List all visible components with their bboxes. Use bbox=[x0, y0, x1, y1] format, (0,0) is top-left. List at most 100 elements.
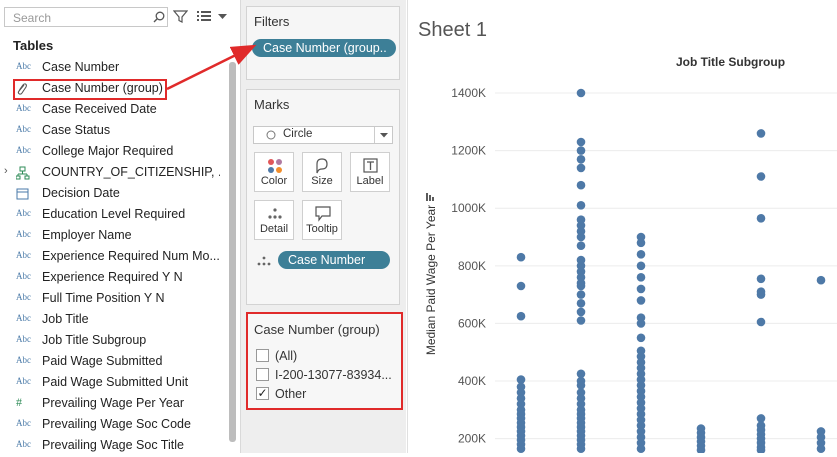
size-button[interactable]: Size bbox=[302, 152, 342, 192]
field-name: Experience Required Y N bbox=[42, 270, 183, 284]
string-type-icon: Abc bbox=[16, 292, 31, 302]
label-label: Label bbox=[356, 175, 384, 187]
mark-type-dropdown[interactable]: Circle bbox=[253, 126, 393, 144]
field-name: Case Number bbox=[42, 60, 120, 74]
string-type-icon: Abc bbox=[16, 334, 31, 344]
y-tick-label: 1000K bbox=[451, 201, 486, 215]
field-item[interactable]: Abc Job Title bbox=[0, 310, 225, 331]
data-point[interactable] bbox=[516, 311, 526, 321]
data-point[interactable] bbox=[756, 290, 766, 299]
field-name: Education Level Required bbox=[42, 207, 186, 221]
chevron-right-icon[interactable]: › bbox=[4, 165, 8, 177]
data-point[interactable] bbox=[576, 146, 586, 155]
field-item[interactable]: Abc Employer Name bbox=[0, 226, 225, 247]
data-point[interactable] bbox=[516, 281, 526, 291]
field-item[interactable]: Abc Paid Wage Submitted Unit bbox=[0, 373, 225, 394]
y-tick-label: 1200K bbox=[451, 144, 486, 158]
detail-icon bbox=[257, 256, 271, 266]
data-point[interactable] bbox=[756, 172, 766, 181]
data-point[interactable] bbox=[576, 88, 586, 98]
detail-button[interactable]: Detail bbox=[254, 200, 294, 240]
string-type-icon: Abc bbox=[16, 439, 31, 449]
field-item[interactable]: Abc Case Status bbox=[0, 121, 225, 142]
field-name: Experience Required Num Mo... bbox=[42, 249, 220, 263]
field-item[interactable]: Abc Job Title Subgroup bbox=[0, 331, 225, 352]
filter-option-label: Other bbox=[275, 387, 307, 401]
string-type-icon: Abc bbox=[16, 61, 31, 71]
string-type-icon: Abc bbox=[16, 271, 31, 281]
detail-pill-case-number[interactable]: Case Number bbox=[278, 251, 390, 269]
dropdown-arrow-icon[interactable] bbox=[218, 14, 227, 20]
data-point[interactable] bbox=[576, 180, 586, 190]
data-point[interactable] bbox=[756, 274, 766, 284]
checkbox[interactable] bbox=[256, 368, 269, 381]
data-point[interactable] bbox=[576, 307, 586, 317]
field-item[interactable]: Abc Paid Wage Submitted bbox=[0, 352, 225, 373]
label-button[interactable]: Label bbox=[350, 152, 390, 192]
data-point[interactable] bbox=[816, 275, 826, 285]
dropdown-divider bbox=[374, 127, 375, 143]
data-point[interactable] bbox=[576, 241, 586, 250]
filter-icon[interactable] bbox=[173, 9, 188, 24]
field-item[interactable]: Abc Prevailing Wage Soc Code bbox=[0, 415, 225, 436]
data-point[interactable] bbox=[636, 319, 646, 328]
scatter-plot[interactable]: 200K 400K 600K 800K 1000K 1200K 1400K Median Pa… bbox=[408, 0, 837, 453]
field-item[interactable]: Abc Experience Required Y N bbox=[0, 268, 225, 289]
field-name: Prevailing Wage Per Year bbox=[42, 396, 184, 410]
field-item[interactable]: Abc Experience Required Num Mo... bbox=[0, 247, 225, 268]
tooltip-label: Tooltip bbox=[306, 223, 338, 235]
y-tick-label: 200K bbox=[458, 432, 486, 446]
y-axis-label: Median Paid Wage Per Year bbox=[424, 205, 438, 355]
tooltip-button[interactable]: Tooltip bbox=[302, 200, 342, 240]
data-point[interactable] bbox=[576, 232, 586, 242]
color-button[interactable]: Color bbox=[254, 152, 294, 192]
field-name: Paid Wage Submitted Unit bbox=[42, 375, 189, 389]
data-point[interactable] bbox=[756, 129, 766, 138]
data-point[interactable] bbox=[576, 201, 586, 210]
data-point[interactable] bbox=[516, 252, 526, 262]
field-item[interactable]: Abc Case Received Date bbox=[0, 100, 225, 121]
data-point[interactable] bbox=[636, 250, 646, 259]
field-item[interactable]: Abc College Major Required bbox=[0, 142, 225, 163]
scrollbar[interactable] bbox=[229, 62, 236, 442]
data-point[interactable] bbox=[636, 444, 646, 453]
search-input[interactable] bbox=[11, 9, 153, 27]
search-icon[interactable] bbox=[153, 11, 165, 23]
data-point[interactable] bbox=[516, 444, 526, 453]
field-item[interactable]: Decision Date bbox=[0, 184, 225, 205]
data-point[interactable] bbox=[576, 163, 586, 173]
data-point[interactable] bbox=[756, 214, 766, 223]
checkbox-checked[interactable]: ✓ bbox=[256, 387, 269, 400]
sort-icon[interactable] bbox=[426, 193, 434, 201]
data-point[interactable] bbox=[576, 155, 586, 164]
filter-pill-case-number-group[interactable]: Case Number (group.. bbox=[252, 39, 396, 57]
data-point[interactable] bbox=[576, 299, 586, 308]
data-point[interactable] bbox=[636, 238, 646, 248]
data-point[interactable] bbox=[636, 296, 646, 305]
data-point[interactable] bbox=[576, 290, 586, 299]
field-name: Job Title bbox=[42, 312, 89, 326]
number-type-icon: # bbox=[16, 395, 22, 409]
data-point[interactable] bbox=[636, 333, 646, 343]
data-point[interactable] bbox=[636, 273, 646, 282]
search-field[interactable] bbox=[4, 7, 168, 27]
data-point[interactable] bbox=[636, 261, 646, 271]
data-point[interactable] bbox=[576, 137, 586, 147]
data-point[interactable] bbox=[816, 444, 826, 453]
checkbox[interactable] bbox=[256, 349, 269, 362]
field-item[interactable]: Abc Case Number bbox=[0, 58, 225, 79]
view-list-icon[interactable] bbox=[197, 11, 211, 22]
field-item[interactable]: # Prevailing Wage Per Year bbox=[0, 394, 225, 415]
data-point[interactable] bbox=[576, 444, 586, 453]
field-item[interactable]: Abc Prevailing Wage Soc Title bbox=[0, 436, 225, 457]
data-point[interactable] bbox=[576, 281, 586, 291]
highlight-annotation-box bbox=[13, 79, 167, 100]
field-item[interactable]: Abc Full Time Position Y N bbox=[0, 289, 225, 310]
data-point[interactable] bbox=[576, 316, 586, 325]
field-name: Case Received Date bbox=[42, 102, 157, 116]
data-point[interactable] bbox=[636, 284, 646, 294]
data-point[interactable] bbox=[756, 317, 766, 327]
field-item[interactable]: › COUNTRY_OF_CITIZENSHIP, ... bbox=[0, 163, 225, 184]
field-item[interactable]: Abc Education Level Required bbox=[0, 205, 225, 226]
string-type-icon: Abc bbox=[16, 208, 31, 218]
